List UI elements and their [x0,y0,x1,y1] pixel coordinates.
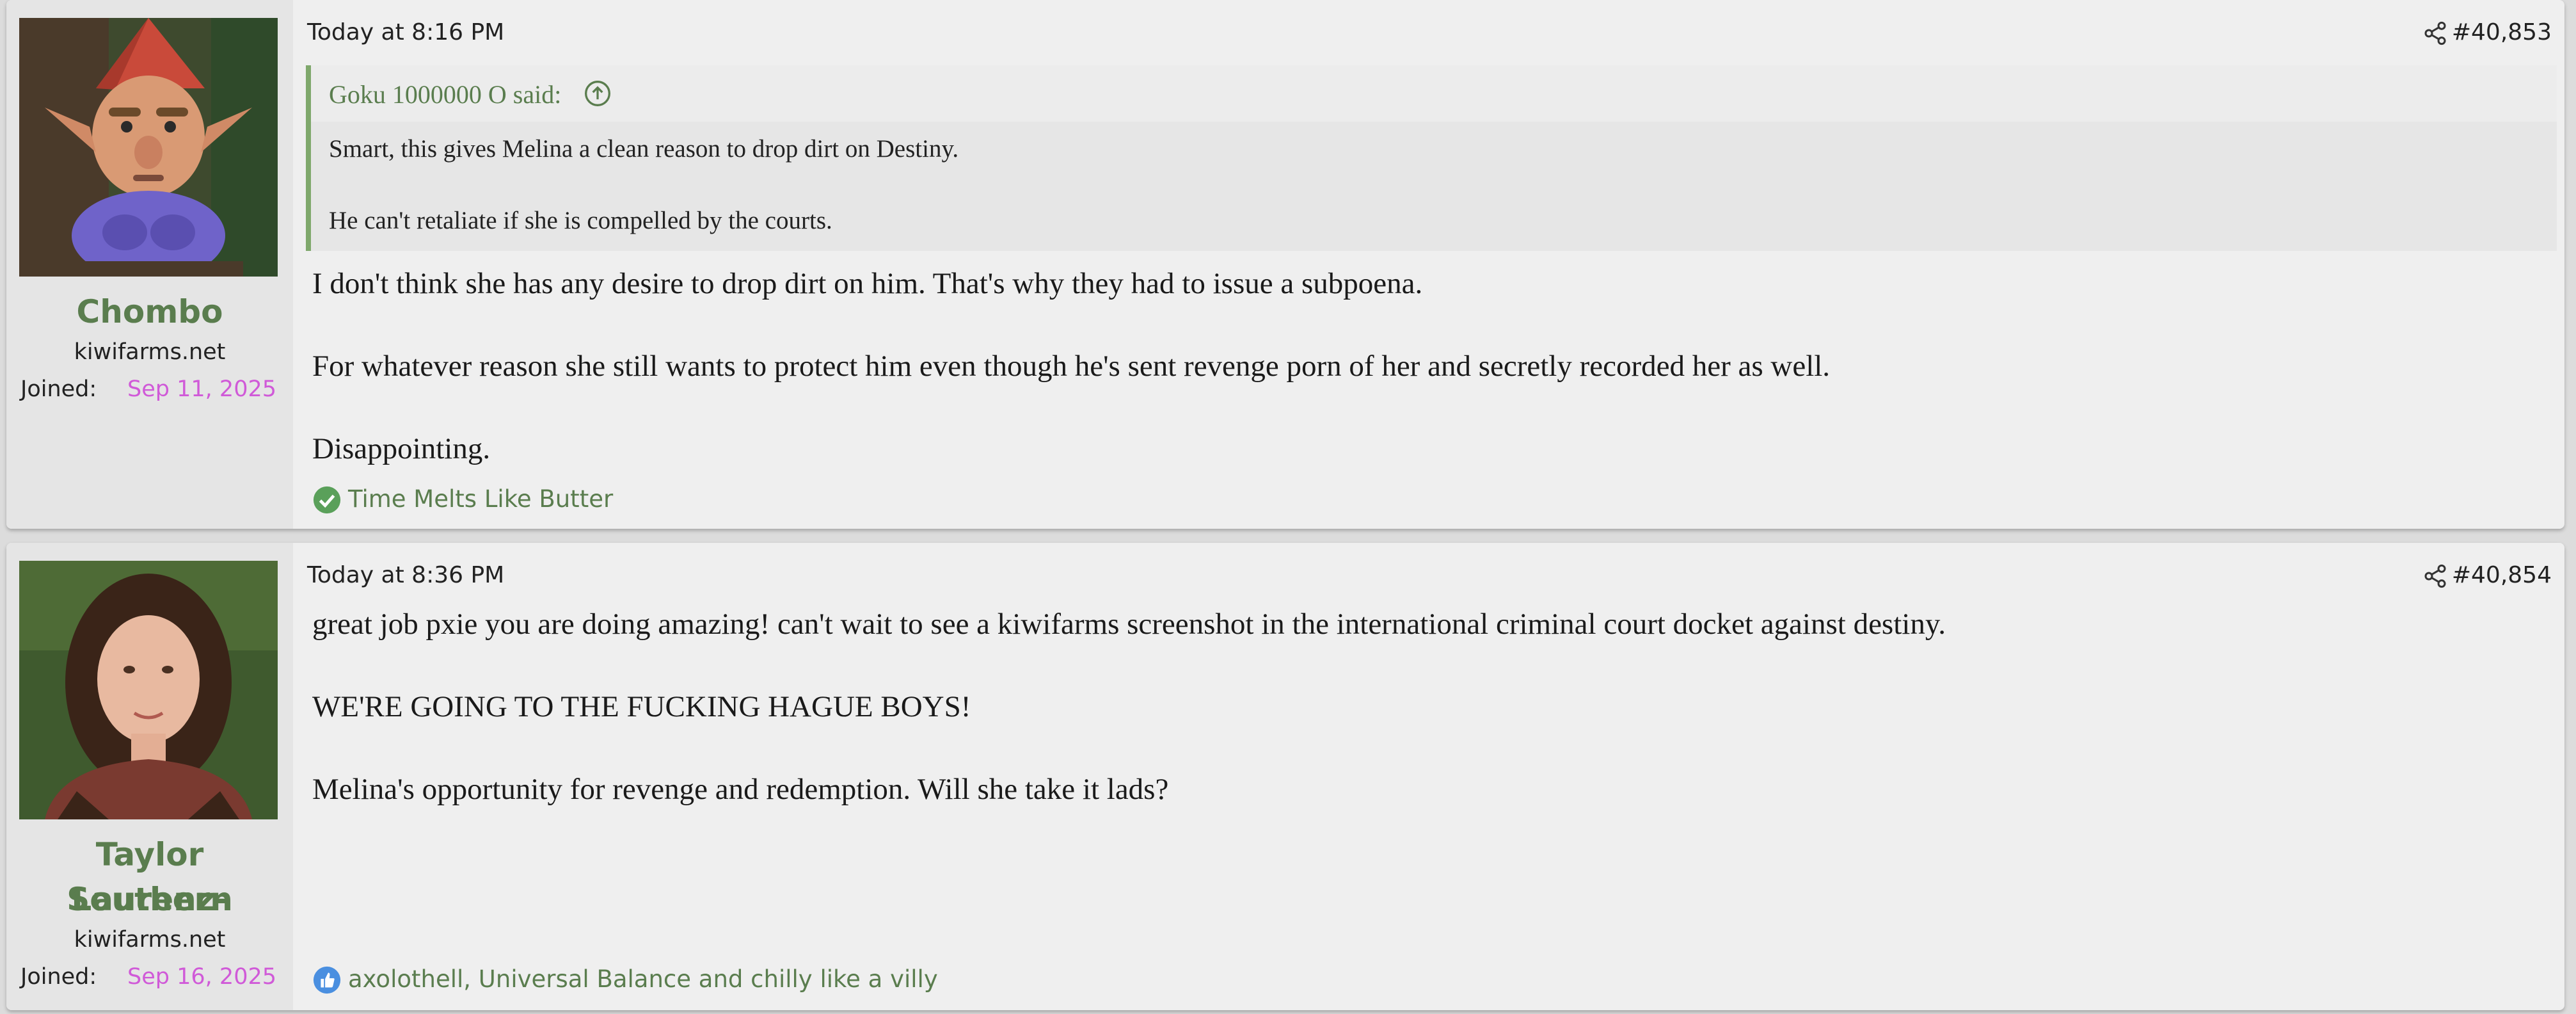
post-body-paragraph: Melina's opportunity for revenge and red… [312,773,1169,806]
post: Chombo kiwifarms.net Joined: Sep 11, 202… [6,0,2564,529]
quote-author[interactable]: Goku 1000000 O said: [329,79,561,109]
post-body-paragraph: For whatever reason she still wants to p… [312,350,1831,383]
post-body-paragraph: WE'RE GOING TO THE FUCKING HAGUE BOYS! [312,690,971,723]
portrait-avatar-image [19,561,278,819]
post-timestamp[interactable]: Today at 8:36 PM [307,562,504,588]
avatar[interactable] [19,18,278,277]
share-icon[interactable] [2422,20,2448,46]
username-line[interactable]: Southern [13,877,287,922]
thumbs-up-icon[interactable] [312,965,342,995]
check-circle-icon[interactable] [312,485,342,515]
post-body-paragraph: great job pxie you are doing amazing! ca… [312,608,1946,641]
quote-header: Goku 1000000 O said: [311,65,2557,122]
post: Taylor Laurenz- Southern kiwifarms.net J… [6,543,2564,1010]
post-timestamp[interactable]: Today at 8:16 PM [307,19,504,45]
share-icon[interactable] [2422,563,2448,589]
joined-date: Sep 16, 2025 [127,964,276,990]
post-body-paragraph: Disappointing. [312,432,491,465]
post-number[interactable]: #40,853 [2452,19,2552,45]
user-info-column: Taylor Laurenz- Southern kiwifarms.net J… [6,543,293,1010]
user-site: kiwifarms.net [74,927,226,953]
joined-label: Joined: [20,376,97,402]
gnome-avatar-image [19,18,278,277]
quote-text-line: He can't retaliate if she is compelled b… [329,207,832,234]
avatar[interactable] [19,561,278,819]
reaction-list[interactable]: axolothell, Universal Balance and chilly… [348,965,938,993]
reaction-list[interactable]: Time Melts Like Butter [348,485,613,513]
joined-date: Sep 11, 2025 [127,376,276,402]
quote-block: Goku 1000000 O said: Smart, this gives M… [306,65,2557,251]
quote-text-line: Smart, this gives Melina a clean reason … [329,135,959,163]
jump-to-quote-icon[interactable] [584,79,612,108]
post-body-paragraph: I don't think she has any desire to drop… [312,267,1423,300]
user-site: kiwifarms.net [74,339,226,365]
username[interactable]: Chombo [13,289,287,334]
user-info-column: Chombo kiwifarms.net Joined: Sep 11, 202… [6,0,293,529]
post-number[interactable]: #40,854 [2452,562,2552,588]
joined-label: Joined: [20,964,97,990]
